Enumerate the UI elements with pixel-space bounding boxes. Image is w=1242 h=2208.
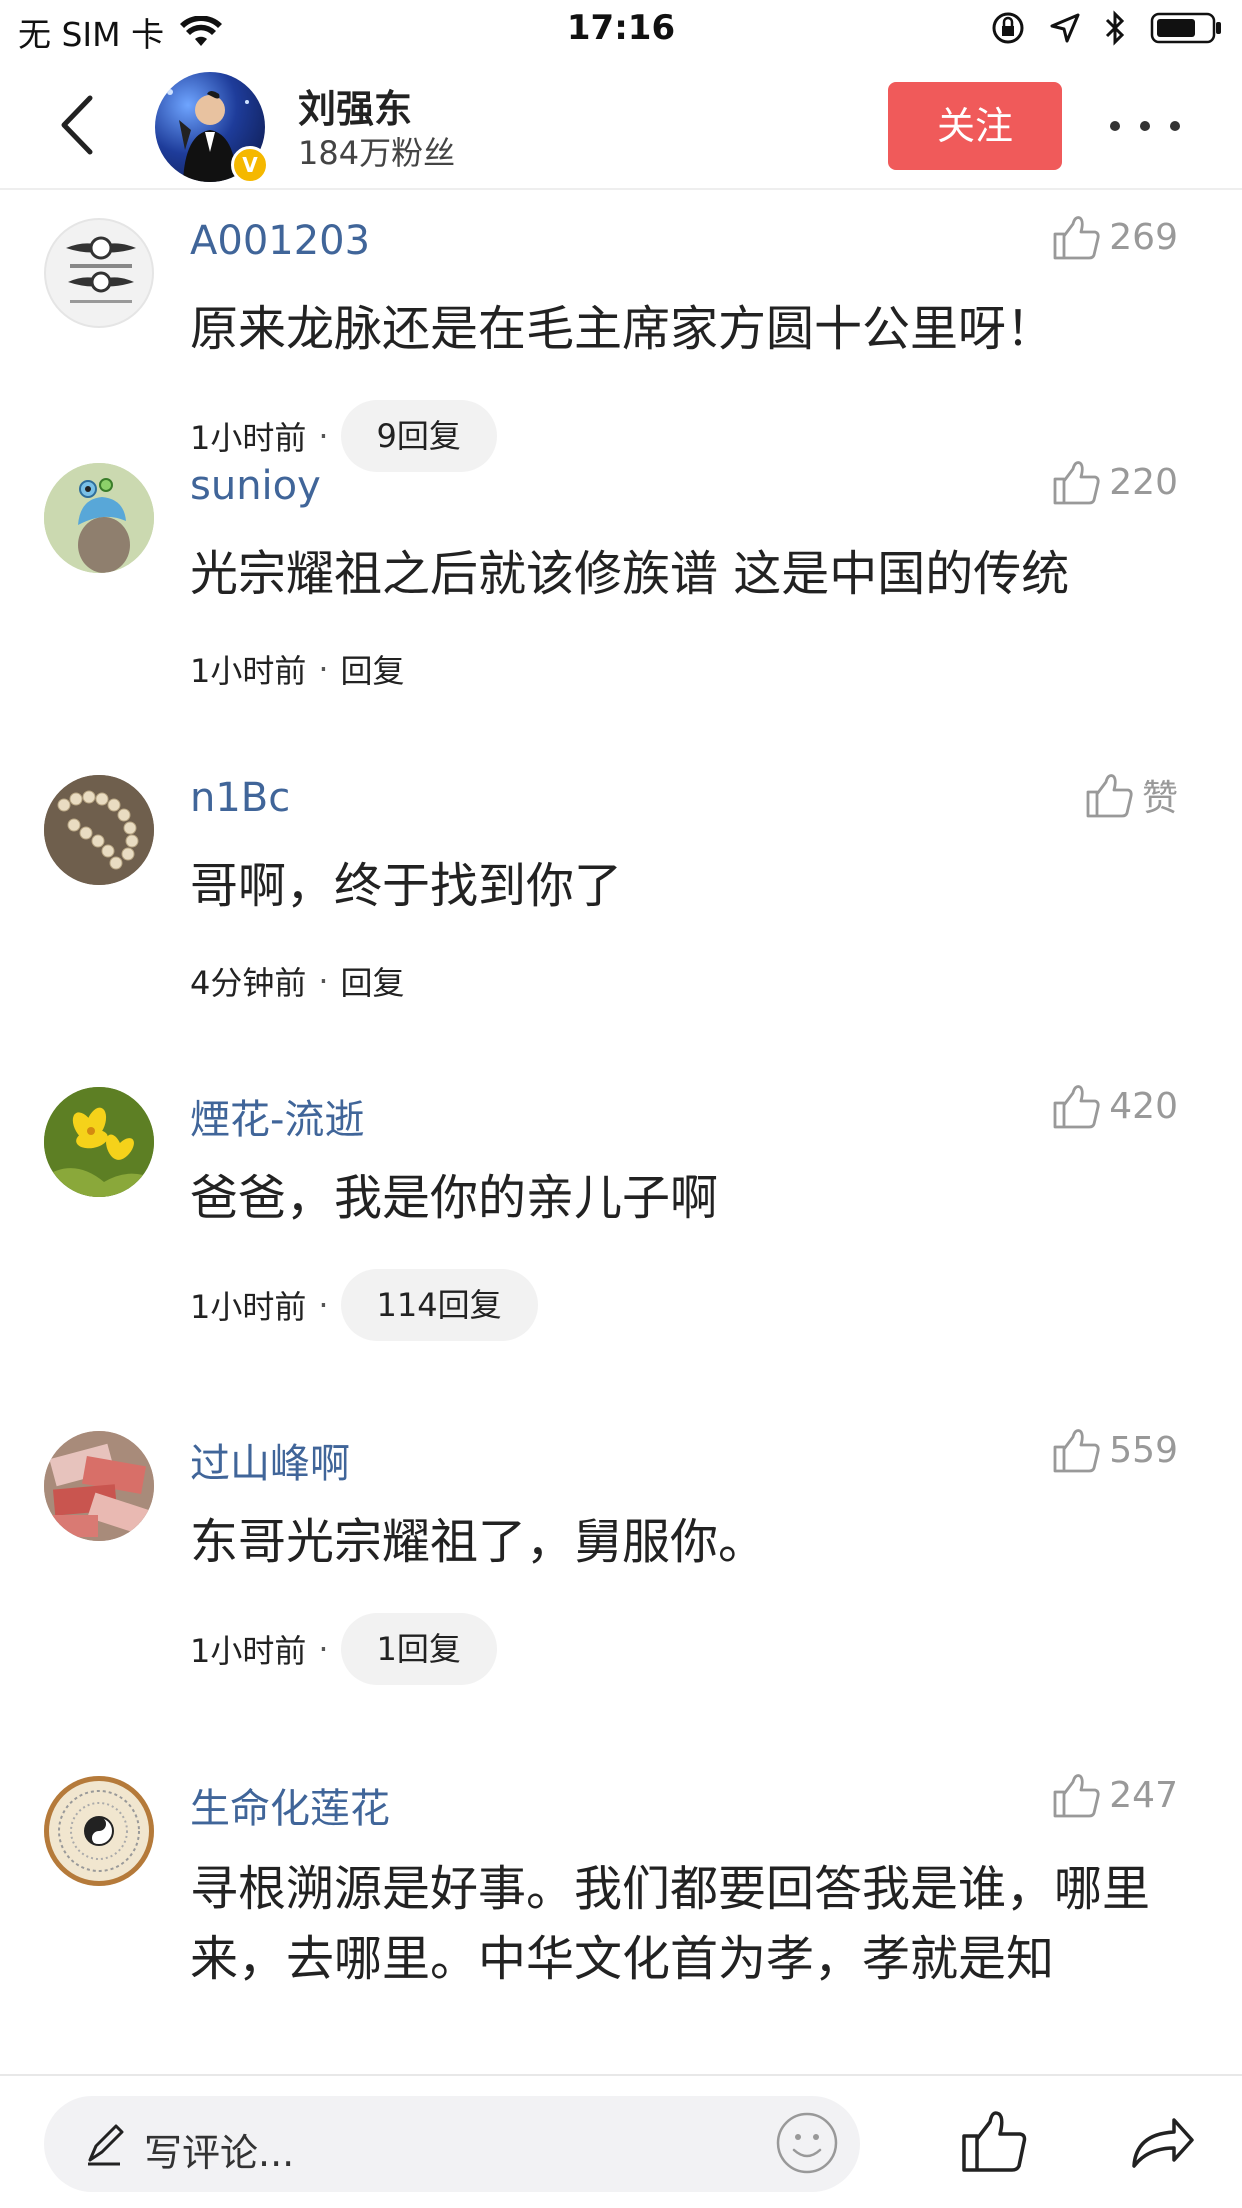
bluetooth-icon	[1105, 10, 1125, 46]
commenter-avatar[interactable]	[44, 1087, 154, 1197]
like-count: 420	[1109, 1085, 1178, 1127]
comment-input-placeholder: 写评论...	[144, 2131, 295, 2175]
back-arrow-icon	[61, 95, 93, 155]
rotation-lock-icon	[992, 12, 1024, 44]
comment-item: 煙花-流逝 420 爸爸，我是你的亲儿子啊 1小时前 · 114回复	[0, 1061, 1242, 1405]
reply-count-button[interactable]: 114回复	[340, 1269, 538, 1341]
commenter-name[interactable]: A001203	[190, 218, 370, 264]
comment-text: 寻根溯源是好事。我们都要回答我是谁，哪里来，去哪里。中华文化首为孝，孝就是知	[190, 1861, 1151, 1987]
comment-item: 生命化莲花 247 寻根溯源是好事。我们都要回答我是谁，哪里来，去哪里。中华文化…	[0, 1750, 1242, 2074]
article-header: V 刘强东 184万粉丝 关注	[0, 62, 1242, 190]
thumbs-up-icon	[1053, 1774, 1100, 1818]
thumbs-up-icon	[1086, 774, 1133, 818]
like-count: 赞	[1141, 778, 1178, 819]
comment-input[interactable]: 写评论...	[44, 2096, 860, 2192]
comment-item: 过山峰啊 559 东哥光宗耀祖了，舅服你。 1小时前 · 1回复	[0, 1405, 1242, 1749]
pen-icon	[88, 2124, 124, 2166]
comment-meta: 1小时前 · 1回复	[190, 1613, 497, 1685]
thumbs-up-icon	[1053, 1085, 1100, 1129]
status-right	[990, 10, 1224, 46]
reply-button[interactable]: 回复	[341, 646, 405, 692]
like-count: 220	[1109, 461, 1178, 503]
comment-meta: 1小时前 · 114回复	[190, 1269, 538, 1341]
thumbs-up-icon	[1053, 461, 1100, 505]
like-button[interactable]: 559	[1051, 1425, 1178, 1475]
commenter-avatar[interactable]	[44, 463, 154, 573]
commenter-avatar[interactable]	[44, 1776, 154, 1886]
bottom-action-bar: 写评论...	[0, 2074, 1242, 2208]
commenter-name[interactable]: sunioy	[190, 463, 321, 509]
comment-time: 1小时前	[190, 652, 307, 690]
like-button[interactable]: 247	[1051, 1770, 1178, 1820]
thumbs-up-icon	[1053, 1429, 1100, 1473]
commenter-name[interactable]: 生命化莲花	[190, 1776, 390, 1834]
author-name[interactable]: 刘强东	[298, 78, 412, 133]
comment-meta: 4分钟前 · 回复	[190, 945, 405, 1017]
meta-separator: ·	[318, 1630, 329, 1668]
verified-badge: V	[231, 146, 269, 184]
comment-text: 光宗耀祖之后就该修族谱 这是中国的传统	[190, 546, 1070, 602]
author-avatar[interactable]: V	[155, 72, 269, 184]
status-bar: 无 SIM 卡 17:16	[0, 0, 1242, 62]
comment-item: sunioy 220 光宗耀祖之后就该修族谱 这是中国的传统 1小时前 · 回复	[0, 437, 1242, 690]
meta-separator: ·	[318, 650, 329, 688]
comment-text: 东哥光宗耀祖了，舅服你。	[190, 1514, 767, 1570]
commenter-name[interactable]: n1Bc	[190, 775, 290, 821]
author-fans: 184万粉丝	[298, 134, 456, 172]
commenter-avatar[interactable]	[44, 218, 154, 328]
meta-separator: ·	[318, 1286, 329, 1324]
location-icon	[1050, 13, 1080, 43]
commenter-avatar[interactable]	[44, 775, 154, 885]
reply-count-button[interactable]: 1回复	[340, 1613, 497, 1685]
comment-list: A001203 269 原来龙脉还是在毛主席家方圆十公里呀！ 1小时前 · 9回…	[0, 192, 1242, 2074]
thumbs-up-icon	[1053, 216, 1100, 260]
like-count: 269	[1109, 216, 1178, 258]
more-dots-icon[interactable]	[1110, 106, 1180, 146]
share-arrow-icon[interactable]	[1128, 2108, 1196, 2172]
like-button[interactable]: 赞	[1084, 769, 1178, 821]
like-button[interactable]: 269	[1051, 212, 1178, 262]
thumbs-up-icon[interactable]	[958, 2106, 1028, 2176]
commenter-avatar[interactable]	[44, 1431, 154, 1541]
meta-separator: ·	[318, 962, 329, 1000]
battery-icon	[1150, 12, 1221, 44]
smiley-icon[interactable]	[774, 2110, 840, 2176]
comment-item: n1Bc 赞 哥啊，终于找到你了 4分钟前 · 回复	[0, 749, 1242, 1002]
comment-time: 1小时前	[190, 1288, 307, 1326]
comment-meta: 1小时前 · 回复	[190, 633, 405, 705]
commenter-name[interactable]: 煙花-流逝	[190, 1087, 364, 1145]
comment-time: 1小时前	[190, 1632, 307, 1670]
back-button[interactable]	[50, 90, 110, 160]
commenter-name[interactable]: 过山峰啊	[190, 1431, 350, 1489]
follow-button[interactable]: 关注	[888, 82, 1062, 170]
reply-button[interactable]: 回复	[341, 958, 405, 1004]
like-button[interactable]: 420	[1051, 1081, 1178, 1131]
comment-text: 爸爸，我是你的亲儿子啊	[190, 1170, 719, 1226]
like-count: 559	[1109, 1429, 1178, 1471]
like-count: 247	[1109, 1774, 1178, 1816]
like-button[interactable]: 220	[1051, 457, 1178, 507]
comment-time: 4分钟前	[190, 964, 307, 1002]
comment-text: 原来龙脉还是在毛主席家方圆十公里呀！	[190, 301, 1055, 357]
comment-text: 哥啊，终于找到你了	[190, 858, 623, 914]
